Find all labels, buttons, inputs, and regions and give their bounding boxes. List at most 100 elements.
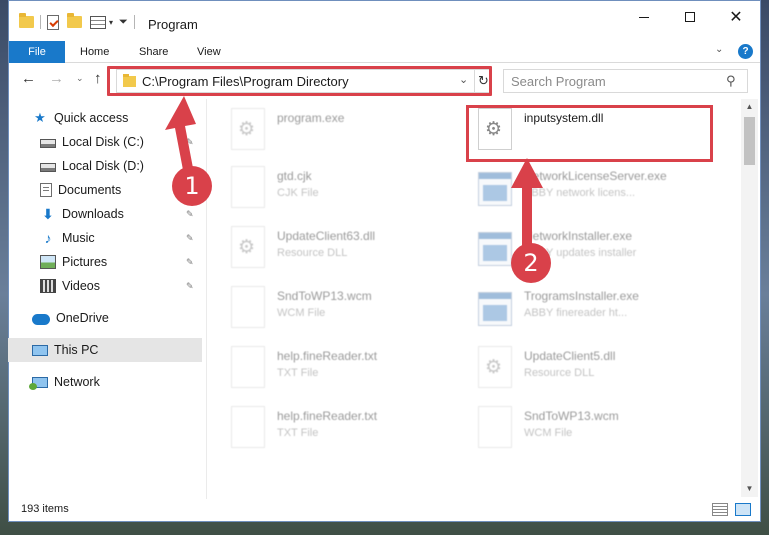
application-icon bbox=[478, 172, 512, 206]
sidebar-item-videos[interactable]: Videos ✎ bbox=[8, 274, 202, 298]
properties-icon[interactable] bbox=[47, 14, 59, 30]
view-icon[interactable] bbox=[90, 15, 106, 29]
file-name: program.exe bbox=[277, 111, 345, 125]
cloud-icon bbox=[32, 313, 50, 325]
pane-divider[interactable] bbox=[206, 99, 207, 499]
vertical-scrollbar[interactable]: ▲ ▼ bbox=[741, 99, 758, 497]
tab-file[interactable]: File bbox=[9, 41, 65, 63]
file-type: ABBY network licens... bbox=[524, 187, 636, 199]
sidebar-item-label: This PC bbox=[54, 343, 99, 357]
sidebar-item-local-disk-c[interactable]: Local Disk (C:) ✎ bbox=[8, 130, 202, 154]
large-icons-view-icon[interactable] bbox=[735, 503, 751, 516]
videos-icon bbox=[40, 279, 56, 293]
status-bar: 193 items bbox=[9, 499, 760, 521]
close-button[interactable]: ✕ bbox=[713, 1, 759, 33]
ribbon: File Home Share View ⌄ ? bbox=[9, 41, 760, 63]
downloads-icon: ⬇ bbox=[42, 206, 54, 222]
file-item[interactable]: program.exe bbox=[231, 108, 466, 158]
sidebar-item-label: Documents bbox=[58, 183, 122, 197]
file-item[interactable]: UpdateClient63.dll Resource DLL bbox=[231, 226, 466, 276]
minimize-button[interactable] bbox=[621, 1, 667, 33]
sidebar-item-onedrive[interactable]: OneDrive bbox=[8, 306, 202, 330]
star-icon: ★ bbox=[34, 110, 46, 125]
file-type: TXT File bbox=[277, 427, 319, 439]
tab-share[interactable]: Share bbox=[139, 41, 168, 63]
chevron-down-icon[interactable]: ▾ bbox=[109, 18, 113, 27]
maximize-button[interactable] bbox=[667, 1, 713, 33]
tab-view[interactable]: View bbox=[197, 41, 221, 63]
sidebar-item-network[interactable]: Network bbox=[8, 370, 202, 394]
pin-icon[interactable]: ✎ bbox=[186, 233, 194, 244]
file-name: NetworkInstaller.exe bbox=[524, 229, 633, 243]
details-view-icon[interactable] bbox=[712, 503, 728, 516]
tab-home[interactable]: Home bbox=[80, 41, 109, 63]
sidebar-item-label: Videos bbox=[62, 279, 100, 293]
sidebar-item-label: Downloads bbox=[62, 207, 124, 221]
search-input[interactable]: Search Program bbox=[511, 74, 606, 89]
sidebar-item-local-disk-d[interactable]: Local Disk (D:)✎ bbox=[8, 154, 202, 178]
pin-icon[interactable]: ✎ bbox=[186, 257, 194, 268]
sidebar-item-this-pc[interactable]: This PC bbox=[8, 338, 202, 362]
file-name: NetworkLicenseServer.exe bbox=[524, 169, 667, 183]
scroll-up-icon[interactable]: ▲ bbox=[741, 99, 758, 115]
documents-icon bbox=[40, 183, 52, 197]
dll-file-highlight bbox=[466, 105, 713, 162]
back-arrow-icon[interactable]: ← bbox=[21, 70, 36, 87]
sidebar-item-label: Local Disk (C:) bbox=[62, 135, 144, 149]
sidebar-item-label: Quick access bbox=[54, 111, 129, 125]
file-icon bbox=[231, 286, 265, 328]
recent-locations-icon[interactable]: ⌄ bbox=[76, 73, 84, 84]
computer-icon bbox=[32, 344, 48, 356]
file-type: CJK File bbox=[277, 187, 319, 199]
search-box[interactable]: Search Program ⚲ bbox=[503, 69, 748, 93]
pin-icon[interactable]: ✎ bbox=[186, 209, 194, 220]
file-name: UpdateClient63.dll bbox=[277, 229, 376, 243]
file-item[interactable]: TrogramsInstaller.exe ABBY finereader ht.… bbox=[478, 286, 713, 336]
file-item[interactable]: gtd.cjk CJK File bbox=[231, 166, 466, 216]
file-item[interactable]: UpdateClient5.dll Resource DLL bbox=[478, 346, 713, 396]
file-item[interactable]: help.fineReader.txt TXT File bbox=[231, 406, 466, 456]
application-icon bbox=[478, 292, 512, 326]
scroll-down-icon[interactable]: ▼ bbox=[741, 481, 758, 497]
sidebar-item-quick-access[interactable]: ★ Quick access bbox=[8, 106, 202, 130]
file-name: help.fineReader.txt bbox=[277, 409, 378, 423]
pin-icon[interactable]: ✎ bbox=[186, 281, 194, 292]
file-icon bbox=[231, 346, 265, 388]
address-bar-highlight bbox=[107, 66, 492, 96]
sidebar-item-label: Music bbox=[62, 231, 95, 245]
up-arrow-icon[interactable]: ↑ bbox=[94, 70, 102, 87]
music-icon: ♪ bbox=[44, 230, 52, 246]
sidebar-item-downloads[interactable]: ⬇ Downloads ✎ bbox=[8, 202, 202, 226]
application-icon bbox=[478, 232, 512, 266]
file-name: UpdateClient5.dll bbox=[524, 349, 616, 363]
file-icon bbox=[231, 406, 265, 448]
item-count: 193 items bbox=[21, 503, 69, 515]
file-item[interactable]: help.fineReader.txt TXT File bbox=[231, 346, 466, 396]
application-icon bbox=[231, 108, 265, 150]
file-type: TXT File bbox=[277, 367, 319, 379]
sidebar-item-music[interactable]: ♪ Music ✎ bbox=[8, 226, 202, 250]
file-type: Resource DLL bbox=[277, 247, 348, 259]
file-icon bbox=[231, 166, 265, 208]
customize-toolbar-icon[interactable]: ⏷ bbox=[119, 16, 128, 29]
help-icon[interactable]: ? bbox=[738, 44, 753, 59]
maximize-icon bbox=[685, 12, 695, 22]
file-name: gtd.cjk bbox=[277, 169, 312, 183]
close-icon: ✕ bbox=[729, 9, 743, 26]
file-item[interactable]: NetworkLicenseServer.exe ABBY network lic… bbox=[478, 166, 713, 216]
step-2-badge: 2 bbox=[511, 243, 551, 283]
pictures-icon bbox=[40, 255, 56, 269]
expand-ribbon-icon[interactable]: ⌄ bbox=[715, 44, 723, 55]
pin-icon[interactable]: ✎ bbox=[186, 137, 194, 148]
sidebar-item-label: Local Disk (D:) bbox=[62, 159, 144, 173]
folder-icon bbox=[19, 13, 34, 28]
file-name: TrogramsInstaller.exe bbox=[524, 289, 639, 303]
scroll-thumb[interactable] bbox=[744, 117, 755, 165]
network-icon bbox=[29, 376, 48, 390]
forward-arrow-icon[interactable]: → bbox=[49, 70, 64, 87]
file-item[interactable]: SndToWP13.wcm WCM File bbox=[478, 406, 713, 456]
sidebar-item-pictures[interactable]: Pictures ✎ bbox=[8, 250, 202, 274]
minimize-icon bbox=[639, 16, 649, 18]
file-item[interactable]: SndToWP13.wcm WCM File bbox=[231, 286, 466, 336]
new-folder-icon[interactable] bbox=[67, 13, 82, 28]
